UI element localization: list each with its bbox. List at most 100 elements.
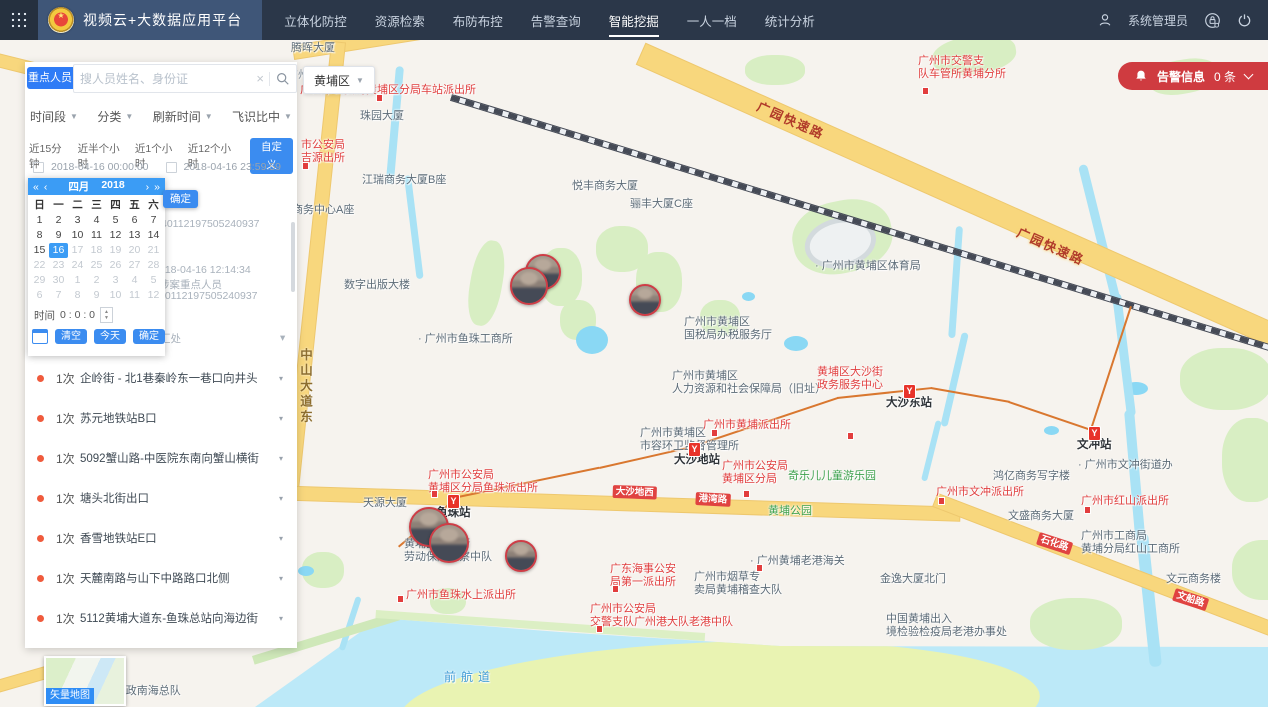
calendar-day-cell[interactable]: 14 [144, 228, 163, 243]
calendar-day-cell[interactable]: 30 [49, 273, 68, 288]
list-item[interactable]: 1次5092蟹山路-中医院东南向蟹山横街▾ [25, 438, 297, 478]
list-item[interactable]: 1次香雪地铁站E口▾ [25, 518, 297, 558]
calendar-day-cell[interactable]: 10 [106, 288, 125, 303]
calendar-action-今天[interactable]: 今天 [94, 329, 126, 344]
calendar-year[interactable]: 2018 [101, 179, 124, 194]
calendar-day-cell[interactable]: 26 [106, 258, 125, 273]
calendar-action-清空[interactable]: 清空 [55, 329, 87, 344]
poi-flag-icon[interactable] [377, 95, 382, 101]
prev-month-button[interactable]: ‹ [44, 181, 48, 193]
calendar-day-cell[interactable]: 3 [68, 213, 87, 228]
nav-item-一人一档[interactable]: 一人一档 [687, 11, 737, 30]
filter-刷新时间[interactable]: 刷新时间▼ [153, 108, 213, 125]
date-start-value[interactable]: 2018-04-16 00:00:00 [51, 161, 149, 173]
prev-year-button[interactable]: « [33, 181, 39, 193]
clear-icon[interactable]: × [251, 71, 269, 86]
filter-分类[interactable]: 分类▼ [97, 108, 133, 125]
calendar-day-cell[interactable]: 10 [68, 228, 87, 243]
power-icon[interactable] [1237, 13, 1252, 28]
chevron-down-icon[interactable]: ▾ [279, 574, 283, 583]
poi-flag-icon[interactable] [757, 565, 762, 571]
list-item[interactable]: 1次企岭街 - 北1巷秦岭东一巷口向井头▾ [25, 358, 297, 398]
calendar-day-cell[interactable]: 11 [125, 288, 144, 303]
calendar-day-cell[interactable]: 4 [125, 273, 144, 288]
next-month-button[interactable]: › [146, 181, 150, 193]
calendar-day-cell[interactable]: 6 [30, 288, 49, 303]
calendar-day-cell[interactable]: 2 [49, 213, 68, 228]
calendar-day-cell[interactable]: 13 [125, 228, 144, 243]
calendar-day-cell[interactable]: 2 [87, 273, 106, 288]
chevron-down-icon[interactable]: ▾ [279, 414, 283, 423]
calendar-day-cell[interactable]: 19 [106, 243, 125, 258]
calendar-day-cell[interactable]: 7 [144, 213, 163, 228]
list-item[interactable]: 1次苏元地铁站B口▾ [25, 398, 297, 438]
calendar-day-cell[interactable]: 28 [144, 258, 163, 273]
calendar-day-cell[interactable]: 18 [87, 243, 106, 258]
filter-飞识比中[interactable]: 飞识比中▼ [232, 108, 292, 125]
chevron-down-icon[interactable]: ▾ [279, 374, 283, 383]
calendar-day-cell[interactable]: 15 [30, 243, 49, 258]
security-lock-icon[interactable] [1204, 12, 1221, 29]
metro-station-icon[interactable]: Y [447, 494, 460, 509]
calendar-day-cell[interactable]: 11 [87, 228, 106, 243]
person-face-marker[interactable] [505, 540, 537, 572]
panel-scrollbar[interactable] [291, 222, 295, 292]
calendar-day-cell[interactable]: 7 [49, 288, 68, 303]
alert-bar[interactable]: 告警信息 0 条 [1118, 62, 1268, 90]
poi-flag-icon[interactable] [398, 596, 403, 602]
calendar-day-cell[interactable]: 8 [30, 228, 49, 243]
nav-item-智能挖掘[interactable]: 智能挖掘 [609, 11, 659, 30]
time-spinner[interactable]: ▲▼ [100, 307, 113, 323]
poi-flag-icon[interactable] [613, 586, 618, 592]
nav-item-布防布控[interactable]: 布防布控 [453, 11, 503, 30]
metro-station-icon[interactable]: Y [1088, 426, 1101, 441]
calendar-day-cell[interactable]: 25 [87, 258, 106, 273]
calendar-day-cell[interactable]: 27 [125, 258, 144, 273]
chevron-down-icon[interactable]: ▾ [279, 534, 283, 543]
calendar-day-cell[interactable]: 22 [30, 258, 49, 273]
chevron-down-icon[interactable]: ▾ [279, 494, 283, 503]
calendar-grid-icon[interactable] [32, 329, 48, 344]
calendar-day-cell[interactable]: 4 [87, 213, 106, 228]
list-item[interactable]: 1次塘头北街出口▾ [25, 478, 297, 518]
time-value[interactable]: 0 : 0 : 0 [60, 309, 95, 321]
calendar-day-cell[interactable]: 5 [144, 273, 163, 288]
chevron-down-icon[interactable] [1244, 70, 1254, 80]
calendar-day-cell[interactable]: 1 [30, 213, 49, 228]
calendar-day-cell[interactable]: 3 [106, 273, 125, 288]
person-face-marker[interactable] [429, 523, 469, 563]
minimap-label[interactable]: 矢量地图 [46, 688, 94, 704]
nav-item-告警查询[interactable]: 告警查询 [531, 11, 581, 30]
calendar-day-cell[interactable]: 12 [106, 228, 125, 243]
calendar-day-cell[interactable]: 8 [68, 288, 87, 303]
person-face-marker[interactable] [629, 284, 661, 316]
calendar-action-确定[interactable]: 确定 [133, 329, 165, 344]
calendar-day-cell[interactable]: 12 [144, 288, 163, 303]
calendar-month[interactable]: 四月 [68, 179, 89, 194]
calendar-day-cell[interactable]: 16 [49, 243, 68, 258]
poi-flag-icon[interactable] [303, 163, 308, 169]
calendar-day-cell[interactable]: 9 [49, 228, 68, 243]
calendar-day-cell[interactable]: 1 [68, 273, 87, 288]
date-start-checkbox[interactable] [33, 162, 44, 173]
app-grid-button[interactable] [0, 0, 38, 40]
calendar-day-cell[interactable]: 6 [125, 213, 144, 228]
chevron-down-icon[interactable]: ▾ [279, 454, 283, 463]
search-icon[interactable] [276, 72, 290, 86]
calendar-day-cell[interactable]: 5 [106, 213, 125, 228]
poi-flag-icon[interactable] [848, 433, 853, 439]
nav-item-资源检索[interactable]: 资源检索 [375, 11, 425, 30]
date-end-value[interactable]: 2018-04-16 23:59:59 [184, 161, 282, 173]
calendar-day-cell[interactable]: 24 [68, 258, 87, 273]
poi-flag-icon[interactable] [939, 498, 944, 504]
poi-flag-icon[interactable] [712, 430, 717, 436]
poi-flag-icon[interactable] [597, 626, 602, 632]
minimap-switcher[interactable]: 矢量地图 [44, 656, 126, 706]
user-name[interactable]: 系统管理员 [1128, 12, 1188, 29]
calendar-day-cell[interactable]: 20 [125, 243, 144, 258]
person-face-marker[interactable] [510, 267, 548, 305]
calendar-day-cell[interactable]: 29 [30, 273, 49, 288]
calendar-day-cell[interactable]: 21 [144, 243, 163, 258]
poi-flag-icon[interactable] [923, 88, 928, 94]
list-item[interactable]: 1次天麓南路与山下中路路口北侧▾ [25, 558, 297, 598]
